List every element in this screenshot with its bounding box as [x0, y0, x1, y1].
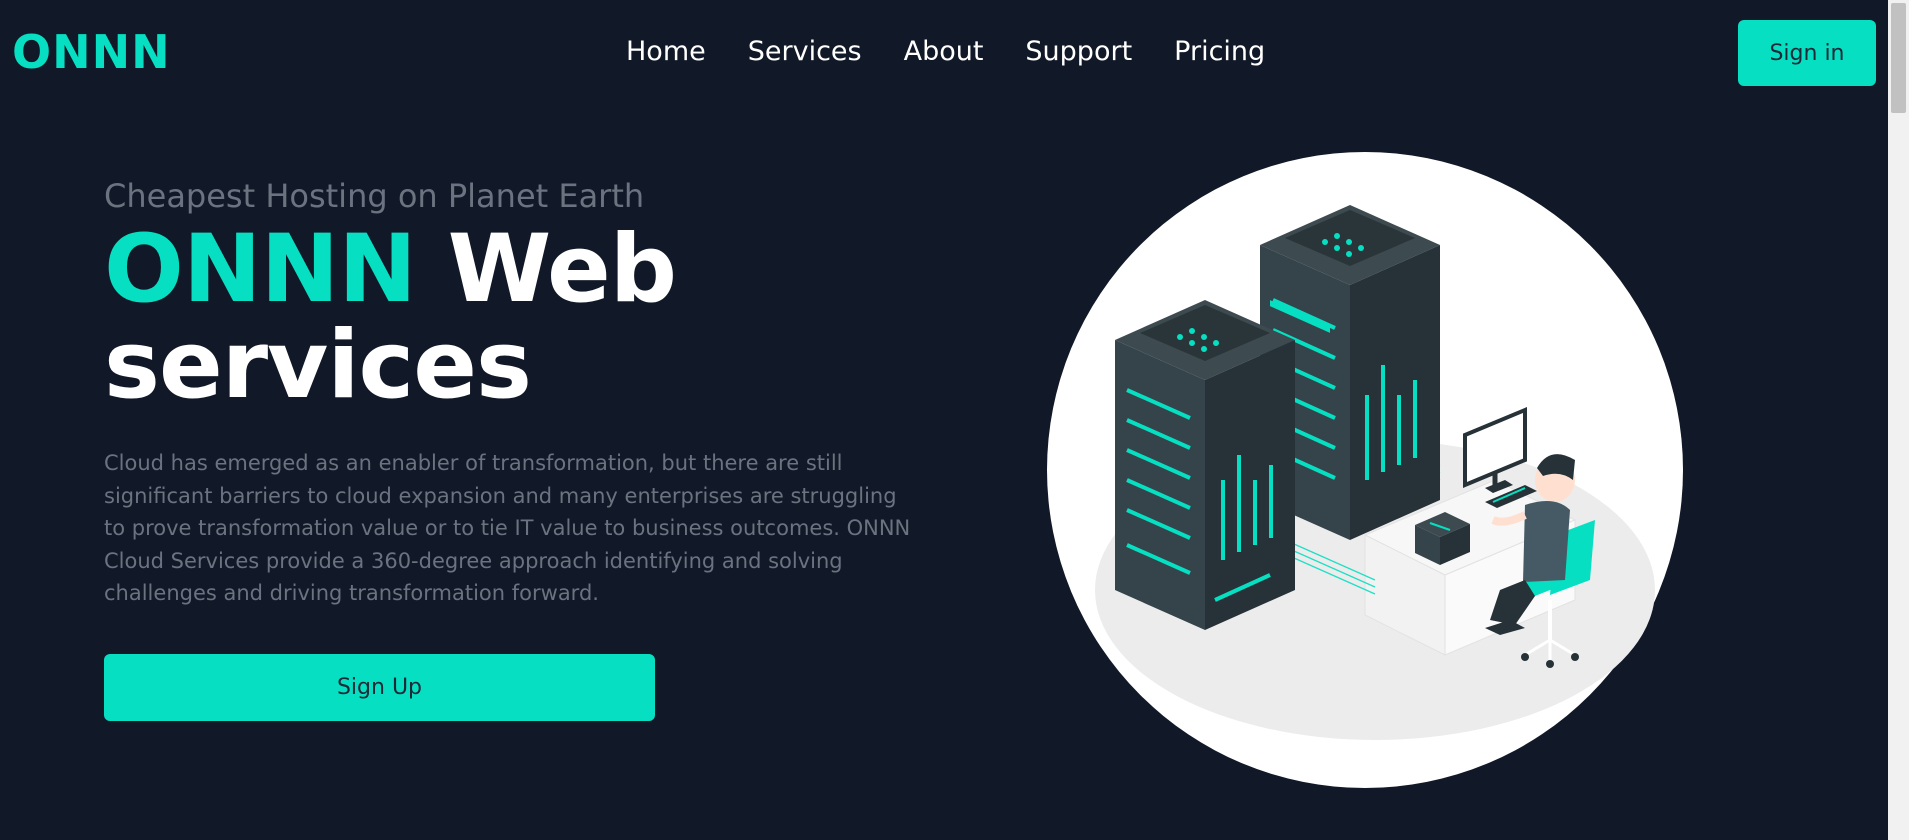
- hero-tagline: Cheapest Hosting on Planet Earth: [104, 177, 645, 215]
- sign-up-button[interactable]: Sign Up: [104, 654, 655, 721]
- nav-pricing[interactable]: Pricing: [1174, 30, 1265, 74]
- sign-in-button[interactable]: Sign in: [1738, 20, 1876, 86]
- nav-services[interactable]: Services: [748, 30, 862, 74]
- nav-about[interactable]: About: [904, 30, 984, 74]
- hero-description: Cloud has emerged as an enabler of trans…: [104, 451, 911, 605]
- nav-support[interactable]: Support: [1025, 30, 1132, 74]
- scrollbar-thumb[interactable]: [1891, 3, 1906, 113]
- hero-headline: ONNN Web services: [104, 222, 677, 414]
- server-room-illustration-icon: [1047, 152, 1683, 788]
- headline-brand: ONNN: [104, 215, 417, 324]
- landing-page: ONNN Home Services About Support Pricing…: [0, 0, 1909, 840]
- page-scrollbar[interactable]: [1888, 0, 1909, 840]
- nav-home[interactable]: Home: [626, 30, 706, 74]
- main-nav: Home Services About Support Pricing: [626, 30, 1307, 74]
- headline-word-services: services: [104, 311, 532, 420]
- logo[interactable]: ONNN: [12, 22, 171, 82]
- headline-word-web: Web: [447, 215, 677, 324]
